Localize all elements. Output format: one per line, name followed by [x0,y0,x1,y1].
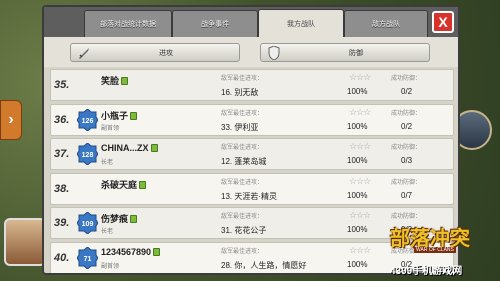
star-rating: ☆☆☆ [349,72,371,82]
member-role: 副首领 [101,263,120,270]
table-row[interactable]: 36. 126 小瓶子副首领 敌军最佳进攻： 33. 伊利亚 ☆☆☆ 100% 成功防御：… [50,103,454,136]
townhall-icon [130,111,138,120]
level-badge-icon: 126 [76,107,99,132]
tab-enemy-team[interactable]: 敌方战队 [344,10,428,37]
success-defense-label: 成功防御： [391,179,422,186]
success-defense-label: 成功防御： [391,214,422,220]
defense-button[interactable]: 防御 [260,43,430,62]
member-role: 长老 [101,160,114,166]
best-attack-value: 16. 别无敌 [221,88,259,97]
townhall-icon [121,77,129,85]
best-attack-label: 敌军最佳进攻： [221,110,264,117]
table-row[interactable]: 37. 128 CHINA...ZX 长老 敌军最佳进攻： 12. 蓬莱岛城 ☆☆☆ 10… [50,138,454,170]
destruction-percent: 100% [347,259,368,269]
shield-icon [265,45,283,60]
member-name-text: 1234567890 [101,246,152,257]
star-rating: ☆☆☆ [349,210,371,220]
townhall-icon [153,247,161,256]
best-attack-value: 33. 伊利亚 [221,122,259,132]
star-rating: ☆☆☆ [349,106,371,117]
member-name: CHINA...ZX [101,143,158,153]
tab-war-stats[interactable]: 部落对战统计数据 [84,10,172,37]
member-name: 1234567890 [101,246,161,257]
level-number: 71 [84,256,92,263]
star-rating: ☆☆☆ [349,141,371,151]
table-row[interactable]: 38. 杀破天庭 敌军最佳进攻： 13. 天涯若·精灵 ☆☆☆ 100% 成功防御： 0/7 [50,172,454,205]
member-role: 副首领 [101,125,120,132]
level-number: 128 [82,152,94,159]
best-attack-value: 31. 花花公子 [221,226,267,235]
best-attack-label: 敌军最佳进攻： [221,248,264,255]
star-rating: ☆☆☆ [349,175,371,186]
member-name: 杀破天庭 [101,178,147,191]
destruction-percent: 100% [347,121,368,131]
best-attack-label: 敌军最佳进攻： [221,214,264,220]
townhall-icon [139,180,147,189]
success-defense-value: 0/7 [401,190,413,200]
best-attack-label: 敌军最佳进攻： [221,76,264,82]
attack-button[interactable]: 进攻 [70,43,240,62]
best-attack-value: 28. 你，人生路，情愿好 [221,260,307,270]
member-name-text: 杀破天庭 [101,179,138,190]
member-name: 笑脸 [101,74,129,87]
level-badge-icon: 71 [76,245,99,270]
member-name-text: CHINA...ZX [101,143,149,153]
tab-war-events[interactable]: 战争事件 [172,10,258,37]
tab-my-team[interactable]: 我方战队 [258,9,344,37]
member-name: 伤梦痕 [101,212,138,225]
logo-site: 4399手机游戏网 [390,266,463,277]
mode-bar: 进攻 防御 [44,37,458,67]
builder-avatar [4,218,46,266]
member-role: 长老 [101,229,114,235]
success-defense-label: 成功防御： [391,76,422,82]
destruction-percent: 100% [347,190,368,200]
level-badge-icon: 128 [76,142,99,166]
success-defense-label: 成功防御： [391,110,422,117]
game-logo: 部落冲突 WAR OF CLANS 4399手机游戏网 [388,222,500,281]
expand-arrow-button[interactable]: › [0,100,22,140]
member-name-text: 笑脸 [101,76,120,86]
rank-number: 39. [54,217,70,229]
member-name-text: 伤梦痕 [101,214,129,224]
star-rating: ☆☆☆ [349,244,371,255]
success-defense-value: 0/2 [401,121,413,131]
townhall-icon [130,215,138,223]
attack-label: 进攻 [159,49,173,57]
table-row[interactable]: 35. 笑脸 敌军最佳进攻： 16. 别无敌 ☆☆☆ 100% 成功防御： 0/2 [50,69,454,101]
rank-number: 37. [54,148,70,160]
rank-number: 36. [54,113,70,126]
destruction-percent: 100% [347,156,368,165]
close-button[interactable]: X [432,11,454,33]
rank-number: 38. [54,182,70,195]
success-defense-value: 0/2 [401,87,413,96]
defense-label: 防御 [349,49,363,57]
level-number: 126 [82,118,94,125]
best-attack-label: 敌军最佳进攻： [221,179,264,186]
member-name-text: 小瓶子 [101,110,129,121]
sword-icon [75,45,93,60]
destruction-percent: 100% [347,225,368,234]
rank-number: 35. [54,79,70,91]
best-attack-value: 13. 天涯若·精灵 [221,191,278,201]
level-badge-icon: 109 [76,211,99,235]
member-name: 小瓶子 [101,109,138,122]
tab-bar: 部落对战统计数据 战争事件 我方战队 敌方战队 X [44,7,458,37]
destruction-percent: 100% [347,87,368,96]
best-attack-value: 12. 蓬莱岛城 [221,157,267,166]
success-defense-value: 0/3 [401,156,413,165]
best-attack-label: 敌军最佳进攻： [221,145,264,151]
success-defense-label: 成功防御： [391,145,422,151]
rank-number: 40. [54,251,70,264]
level-number: 109 [82,221,94,228]
townhall-icon [150,144,158,152]
logo-subtitle: WAR OF CLANS [414,247,456,253]
